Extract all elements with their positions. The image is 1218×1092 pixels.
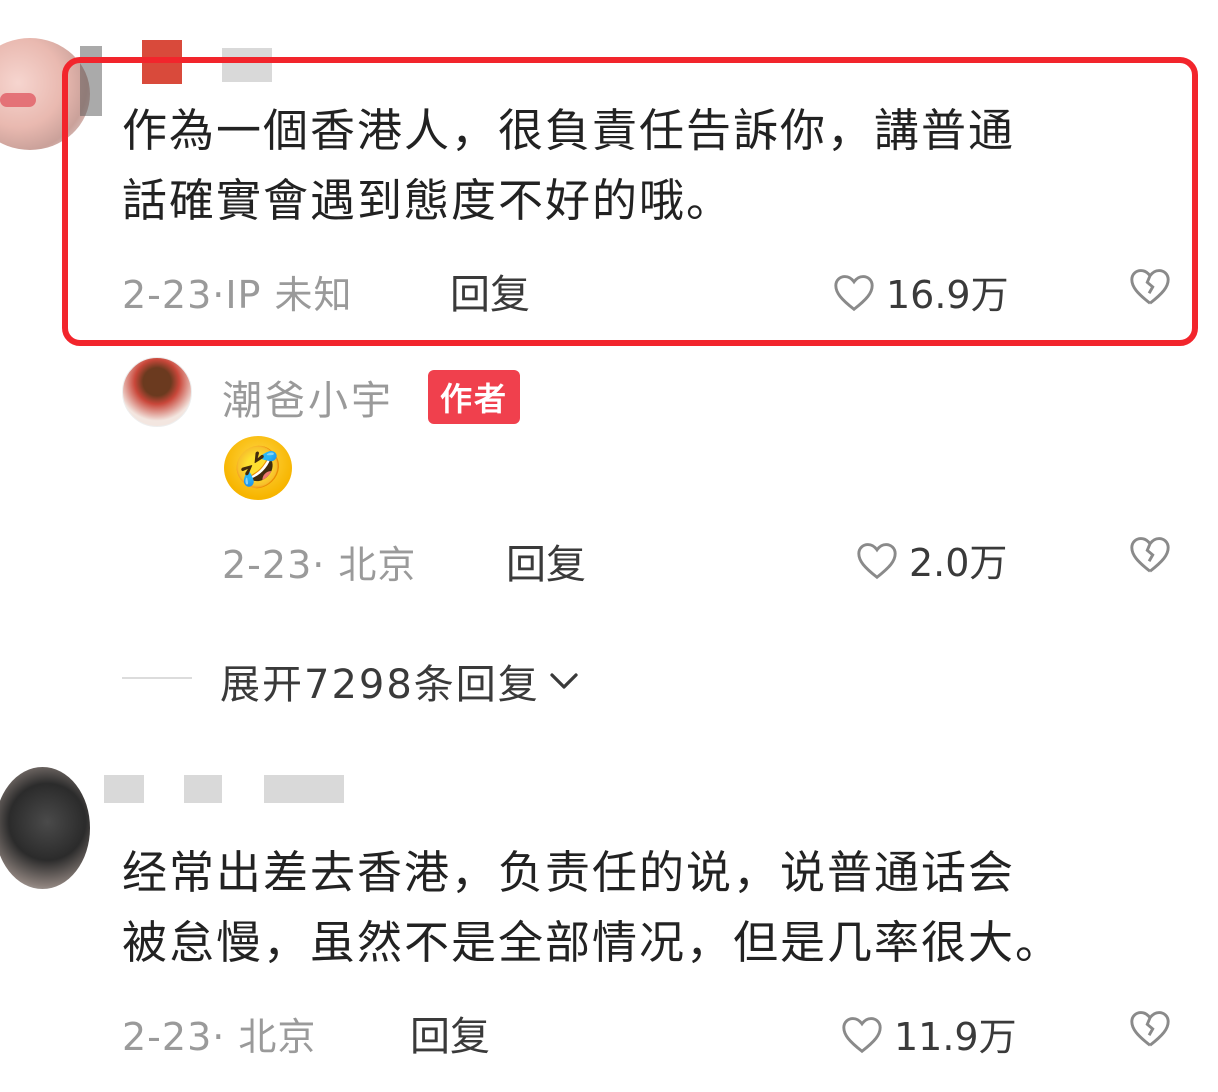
masked-username (264, 775, 344, 803)
heart-icon (842, 1016, 882, 1053)
like-button[interactable]: 16.9万 (832, 264, 1009, 319)
comment-meta: 2-23· 北京 (122, 1015, 317, 1059)
broken-heart-icon (1130, 537, 1170, 573)
reply-button[interactable]: 回复 (410, 1004, 490, 1062)
reply-button[interactable]: 回复 (506, 532, 586, 590)
chevron-down-icon (550, 673, 578, 689)
like-button[interactable]: 11.9万 (840, 1006, 1017, 1061)
dislike-button[interactable] (1128, 1008, 1172, 1052)
comment-text-line: 被怠慢，虽然不是全部情况，但是几率很大。 (122, 916, 1063, 969)
dislike-button[interactable] (1128, 534, 1172, 578)
comment-text: 经常出差去香港，负责任的说，说普通话会 被怠慢，虽然不是全部情况，但是几率很大。 (122, 838, 1062, 978)
divider (122, 677, 192, 679)
masked-username (184, 775, 222, 803)
comment-text-line: 经常出差去香港，负责任的说，说普通话会 (122, 846, 1016, 899)
expand-replies-label: 展开7298条回复 (220, 662, 540, 708)
expand-replies-button[interactable]: 展开7298条回复 (220, 652, 582, 710)
author-badge: 作者 (428, 370, 521, 424)
like-button[interactable]: 2.0万 (855, 532, 1007, 587)
laughing-emoji: 🤣 (224, 436, 292, 500)
comment-text-line: 話確實會遇到態度不好的哦。 (122, 174, 734, 227)
author-avatar[interactable] (122, 357, 192, 427)
like-count: 11.9万 (894, 1015, 1017, 1059)
user-avatar[interactable] (0, 767, 90, 889)
comment-text: 作為一個香港人，很負責任告訴你，講普通 話確實會遇到態度不好的哦。 (122, 96, 1015, 236)
comment-meta: 2-23·IP 未知 (122, 273, 353, 317)
masked-username (104, 775, 144, 803)
heart-icon (857, 542, 897, 579)
comment-text-line: 作為一個香港人，很負責任告訴你，講普通 (122, 104, 1016, 157)
reply-meta: 2-23· 北京 (222, 543, 417, 587)
heart-icon (834, 274, 874, 311)
broken-heart-icon (1130, 269, 1170, 305)
reply-button[interactable]: 回复 (450, 262, 530, 320)
dislike-button[interactable] (1128, 266, 1172, 310)
like-count: 2.0万 (909, 541, 1008, 585)
author-name[interactable]: 潮爸小宇 (222, 368, 394, 426)
broken-heart-icon (1130, 1011, 1170, 1047)
like-count: 16.9万 (886, 273, 1009, 317)
